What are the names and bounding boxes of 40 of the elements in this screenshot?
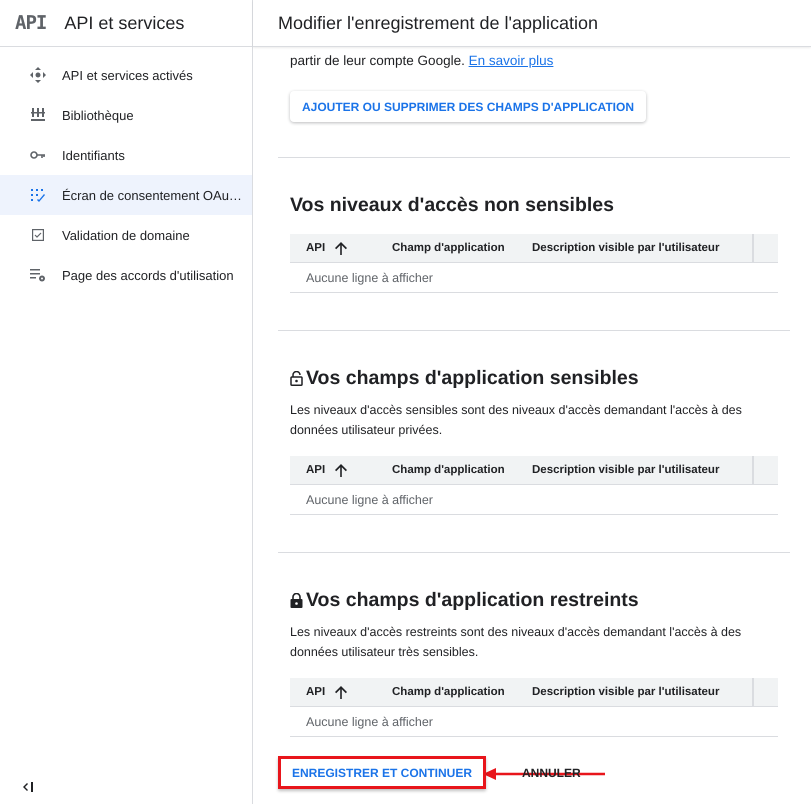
column-header[interactable]: Description visible par l'utilisateur	[532, 242, 720, 254]
column-header[interactable]: Description visible par l'utilisateur	[532, 686, 720, 698]
settings-list-icon	[30, 268, 46, 282]
column-header[interactable]: API	[306, 242, 326, 254]
page-title: Modifier l'enregistrement de l'application	[278, 12, 598, 34]
intro-text: partir de leur compte Google.	[290, 53, 465, 68]
column-header[interactable]: Champ d'application	[392, 464, 505, 476]
column-header[interactable]: Champ d'application	[392, 686, 505, 698]
sidebar-item[interactable]: API et services activés	[0, 55, 252, 95]
edit-scopes-button[interactable]: AJOUTER OU SUPPRIMER DES CHAMPS D'APPLICATION	[290, 91, 646, 122]
sidebar-item[interactable]: Validation de domaine	[0, 215, 252, 255]
sidebar-item[interactable]: Écran de consentement OAu…	[0, 175, 252, 215]
empty-table-message: Aucune ligne à afficher	[306, 270, 433, 284]
empty-table-message: Aucune ligne à afficher	[306, 492, 433, 506]
section-title: Vos niveaux d'accès non sensibles	[290, 193, 614, 218]
section-title: Vos champs d'application sensibles	[306, 366, 639, 391]
checkbox-icon	[32, 229, 44, 241]
column-header[interactable]: Description visible par l'utilisateur	[532, 464, 720, 476]
learn-more-link[interactable]: En savoir plus	[468, 53, 554, 68]
sort-arrow-icon[interactable]	[335, 464, 348, 476]
sidebar-item[interactable]: Identifiants	[0, 135, 252, 175]
section-title: Vos champs d'application restreints	[306, 588, 639, 613]
section-description: Les niveaux d'accès sensibles sont des niveaux d'accès demandant l'accès à des données utilisateur privées.	[290, 402, 743, 439]
section-description: Les niveaux d'accès restreints sont des niveaux d'accès demandant l'accès à des données utilisateur très sensibles.	[290, 624, 742, 661]
collapse-icon[interactable]	[22, 782, 34, 792]
column-header[interactable]: API	[306, 464, 326, 476]
sort-arrow-icon[interactable]	[335, 686, 348, 698]
empty-table-message: Aucune ligne à afficher	[306, 714, 433, 728]
column-header[interactable]: Champ d'application	[392, 242, 505, 254]
key-icon	[30, 150, 46, 160]
move-icon	[30, 67, 46, 83]
sidebar-item[interactable]: Bibliothèque	[0, 95, 252, 135]
consent-icon	[31, 188, 45, 202]
library-icon	[31, 108, 45, 122]
save-continue-button[interactable]: ENREGISTRER ET CONTINUER	[278, 756, 486, 789]
sort-arrow-icon[interactable]	[335, 242, 348, 254]
sidebar-item[interactable]: Page des accords d'utilisation	[0, 255, 252, 295]
app-title: API et services	[64, 12, 184, 34]
api-logo: API	[15, 12, 46, 34]
column-header[interactable]: API	[306, 686, 326, 698]
